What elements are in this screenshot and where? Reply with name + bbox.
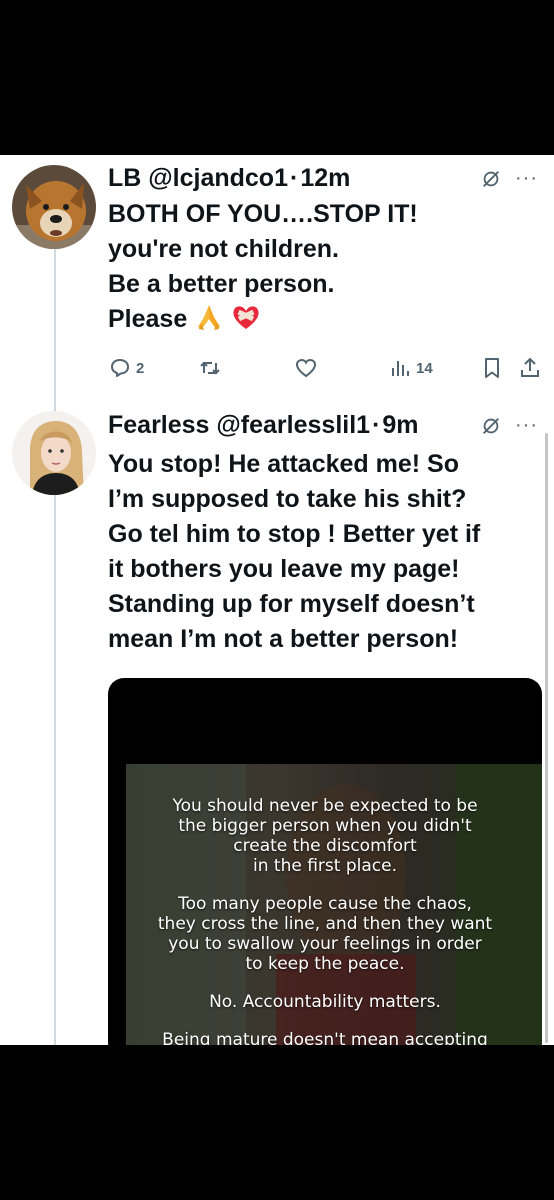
tweet-line: it bothers you leave my page! [108, 555, 460, 583]
view-count: 14 [416, 359, 433, 377]
more-horizontal-icon[interactable]: ··· [515, 415, 538, 435]
tweet-header: LB @lcjandco1·12m [108, 163, 350, 193]
timestamp[interactable]: 9m [382, 411, 418, 439]
repost-button[interactable] [198, 353, 226, 383]
bookmark-icon [485, 358, 499, 378]
tweet-line: You stop! He attacked me! So [108, 450, 459, 478]
bottom-letterbox [0, 1045, 554, 1200]
quote-line: No. Accountability matters. [209, 992, 441, 1012]
quote-line: to keep the peace. [245, 954, 405, 974]
quote-line: you to swallow your feelings in order [168, 934, 482, 954]
tweet-text: BOTH OF YOU….STOP IT! you're not childre… [108, 197, 548, 337]
dot-separator: · [372, 411, 381, 439]
mending-heart-emoji [233, 306, 259, 329]
tweet-thread: LB @lcjandco1·12m ··· BOTH OF YOU….STOP … [0, 155, 554, 1045]
share-button[interactable] [518, 353, 542, 383]
grok-slash-icon[interactable] [480, 168, 502, 190]
quote-line: they cross the line, and then they want [157, 914, 493, 934]
dog-avatar-image [12, 165, 96, 249]
bookmark-button[interactable] [480, 353, 504, 383]
quote-line: create the discomfort [233, 836, 417, 856]
quote-line: Too many people cause the chaos, [178, 894, 472, 914]
display-name[interactable]: LB [108, 164, 141, 192]
like-button[interactable] [294, 353, 322, 383]
avatar[interactable] [12, 165, 96, 249]
views-button[interactable]: 14 [388, 353, 433, 383]
reply-icon [111, 359, 129, 377]
reply-button[interactable]: 2 [108, 353, 144, 383]
timestamp[interactable]: 12m [300, 164, 350, 192]
user-handle[interactable]: @fearlesslil1 [216, 411, 370, 439]
quote-line: You should never be expected to be [172, 796, 478, 816]
views-bar-icon [392, 361, 409, 376]
reply-count: 2 [136, 359, 145, 377]
display-name[interactable]: Fearless [108, 411, 209, 439]
heart-icon [295, 358, 317, 378]
tweet-line: Be a better person. [108, 270, 335, 298]
tweet-line: I’m supposed to take his shit? [108, 485, 467, 513]
tweet-line: mean I’m not a better person! [108, 625, 459, 653]
user-handle[interactable]: @lcjandco1 [148, 164, 288, 192]
folded-hands-emoji [198, 305, 221, 330]
tweet-line: Standing up for myself doesn’t [108, 590, 475, 618]
quote-image[interactable]: You should never be expected to be the b… [126, 764, 542, 1045]
tweet-header: Fearless @fearlesslil1·9m [108, 410, 419, 440]
quote-line: the bigger person when you didn't [178, 816, 472, 836]
quote-line: Being mature doesn't mean accepting [162, 1030, 488, 1045]
avatar[interactable] [12, 411, 96, 495]
dot-separator: · [289, 164, 299, 192]
tweet-line: you're not children. [108, 235, 339, 263]
tweet-actions: 2 14 [108, 353, 548, 383]
quote-line: in the first place. [253, 856, 397, 876]
repost-icon [200, 361, 220, 375]
more-horizontal-icon[interactable]: ··· [515, 168, 538, 188]
quote-text: You should never be expected to be the b… [126, 778, 524, 1045]
tweet-line: Go tel him to stop ! Better yet if [108, 520, 481, 548]
tweet-line: BOTH OF YOU….STOP IT! [108, 200, 418, 228]
share-icon [521, 357, 539, 377]
tweet-line: Please [108, 305, 188, 333]
tweet-media[interactable]: You should never be expected to be the b… [108, 678, 542, 1045]
thread-connector-line [54, 247, 56, 1045]
woman-avatar-image [12, 411, 96, 495]
grok-slash-icon[interactable] [480, 415, 502, 437]
tweet-text: You stop! He attacked me! So I’m suppose… [108, 447, 548, 657]
